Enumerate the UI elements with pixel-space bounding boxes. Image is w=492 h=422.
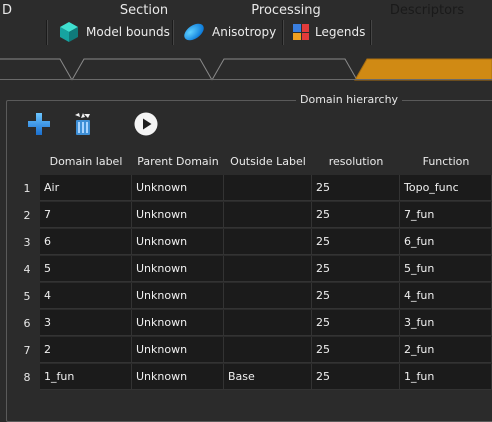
cell-outside-label[interactable] — [224, 202, 312, 228]
cell-function[interactable]: 7_fun — [400, 202, 492, 228]
cell-parent-domain[interactable]: Unknown — [132, 364, 224, 390]
model-bounds-button[interactable]: Model bounds — [58, 18, 170, 46]
cell-resolution[interactable]: 25 — [312, 310, 400, 336]
cell-function[interactable]: 3_fun — [400, 310, 492, 336]
row-number[interactable]: 3 — [14, 229, 40, 256]
row-number[interactable]: 6 — [14, 310, 40, 337]
row-number[interactable]: 4 — [14, 256, 40, 283]
column-header-resolution[interactable]: resolution — [312, 150, 400, 174]
cell-function[interactable]: 2_fun — [400, 337, 492, 363]
cell-parent-domain[interactable]: Unknown — [132, 229, 224, 255]
cell-function[interactable]: 5_fun — [400, 256, 492, 282]
row-number[interactable]: 1 — [14, 175, 40, 202]
column-header-function[interactable]: Function — [400, 150, 492, 174]
cell-domain-label[interactable]: 2 — [40, 337, 132, 363]
table-row[interactable]: 4 5 Unknown 25 5_fun — [14, 256, 492, 283]
row-number[interactable]: 5 — [14, 283, 40, 310]
table-row[interactable]: 8 1_fun Unknown Base 25 1_fun — [14, 364, 492, 391]
tab-processing[interactable]: Processing — [230, 0, 342, 22]
cell-parent-domain[interactable]: Unknown — [132, 256, 224, 282]
add-icon[interactable] — [26, 111, 52, 137]
row-number[interactable]: 7 — [14, 337, 40, 364]
column-header-parent-domain[interactable]: Parent Domain — [132, 150, 224, 174]
tab-label: Section — [119, 3, 169, 18]
cell-function[interactable]: 1_fun — [400, 364, 492, 390]
table-row[interactable]: 2 7 Unknown 25 7_fun — [14, 202, 492, 229]
cell-function[interactable]: Topo_func — [400, 175, 492, 201]
row-number[interactable]: 2 — [14, 202, 40, 229]
tab-section[interactable]: Section — [92, 0, 196, 22]
toolbar-separator — [282, 20, 284, 45]
cell-resolution[interactable]: 25 — [312, 364, 400, 390]
cell-resolution[interactable]: 25 — [312, 229, 400, 255]
toolbar-separator — [370, 20, 372, 45]
tab-label: D — [1, 3, 12, 18]
cell-function[interactable]: 6_fun — [400, 229, 492, 255]
tab-baseline — [0, 79, 492, 80]
tab-descriptors[interactable]: Descriptors — [372, 0, 482, 22]
table-row[interactable]: 3 6 Unknown 25 6_fun — [14, 229, 492, 256]
anisotropy-button[interactable]: Anisotropy — [182, 18, 276, 46]
table-row[interactable]: 1 Air Unknown 25 Topo_func — [14, 175, 492, 202]
tab-label: Processing — [251, 3, 321, 18]
cell-outside-label[interactable] — [224, 229, 312, 255]
cell-domain-label[interactable]: 7 — [40, 202, 132, 228]
cell-outside-label[interactable] — [224, 256, 312, 282]
cell-outside-label[interactable] — [224, 337, 312, 363]
cell-parent-domain[interactable]: Unknown — [132, 310, 224, 336]
play-icon[interactable] — [133, 111, 159, 137]
cell-resolution[interactable]: 25 — [312, 337, 400, 363]
cell-parent-domain[interactable]: Unknown — [132, 175, 224, 201]
cell-parent-domain[interactable]: Unknown — [132, 283, 224, 309]
group-title: Domain hierarchy — [296, 93, 403, 106]
toolbar-separator — [46, 20, 48, 45]
cell-resolution[interactable]: 25 — [312, 256, 400, 282]
tab-d[interactable]: D — [0, 0, 14, 22]
cell-resolution[interactable]: 25 — [312, 175, 400, 201]
model-bounds-label: Model bounds — [86, 25, 170, 39]
row-number[interactable]: 8 — [14, 364, 40, 391]
cell-outside-label[interactable] — [224, 310, 312, 336]
cell-resolution[interactable]: 25 — [312, 283, 400, 309]
delete-icon[interactable] — [70, 111, 96, 137]
cell-resolution[interactable]: 25 — [312, 202, 400, 228]
column-header-domain-label[interactable]: Domain label — [40, 150, 132, 174]
cell-outside-label[interactable]: Base — [224, 364, 312, 390]
cell-domain-label[interactable]: 4 — [40, 283, 132, 309]
cube-icon — [60, 22, 78, 42]
cell-parent-domain[interactable]: Unknown — [132, 202, 224, 228]
column-header-outside-label[interactable]: Outside Label — [224, 150, 312, 174]
legends-button[interactable]: Legends — [293, 18, 365, 46]
table-row[interactable]: 7 2 Unknown 25 2_fun — [14, 337, 492, 364]
table-row[interactable]: 6 3 Unknown 25 3_fun — [14, 310, 492, 337]
tab-label: Descriptors — [389, 3, 465, 18]
cell-domain-label[interactable]: 6 — [40, 229, 132, 255]
cell-domain-label[interactable]: 3 — [40, 310, 132, 336]
cell-function[interactable]: 4_fun — [400, 283, 492, 309]
cell-outside-label[interactable] — [224, 283, 312, 309]
legend-grid-icon — [293, 24, 309, 40]
cell-outside-label[interactable] — [224, 175, 312, 201]
cell-domain-label[interactable]: Air — [40, 175, 132, 201]
table-header: Domain label Parent Domain Outside Label… — [14, 150, 492, 174]
toolbar-separator — [172, 20, 174, 45]
anisotropy-label: Anisotropy — [212, 25, 277, 39]
legends-label: Legends — [315, 25, 366, 39]
cell-domain-label[interactable]: 5 — [40, 256, 132, 282]
cell-domain-label[interactable]: 1_fun — [40, 364, 132, 390]
cell-parent-domain[interactable]: Unknown — [132, 337, 224, 363]
table-row[interactable]: 5 4 Unknown 25 4_fun — [14, 283, 492, 310]
ellipsoid-icon — [184, 23, 204, 41]
